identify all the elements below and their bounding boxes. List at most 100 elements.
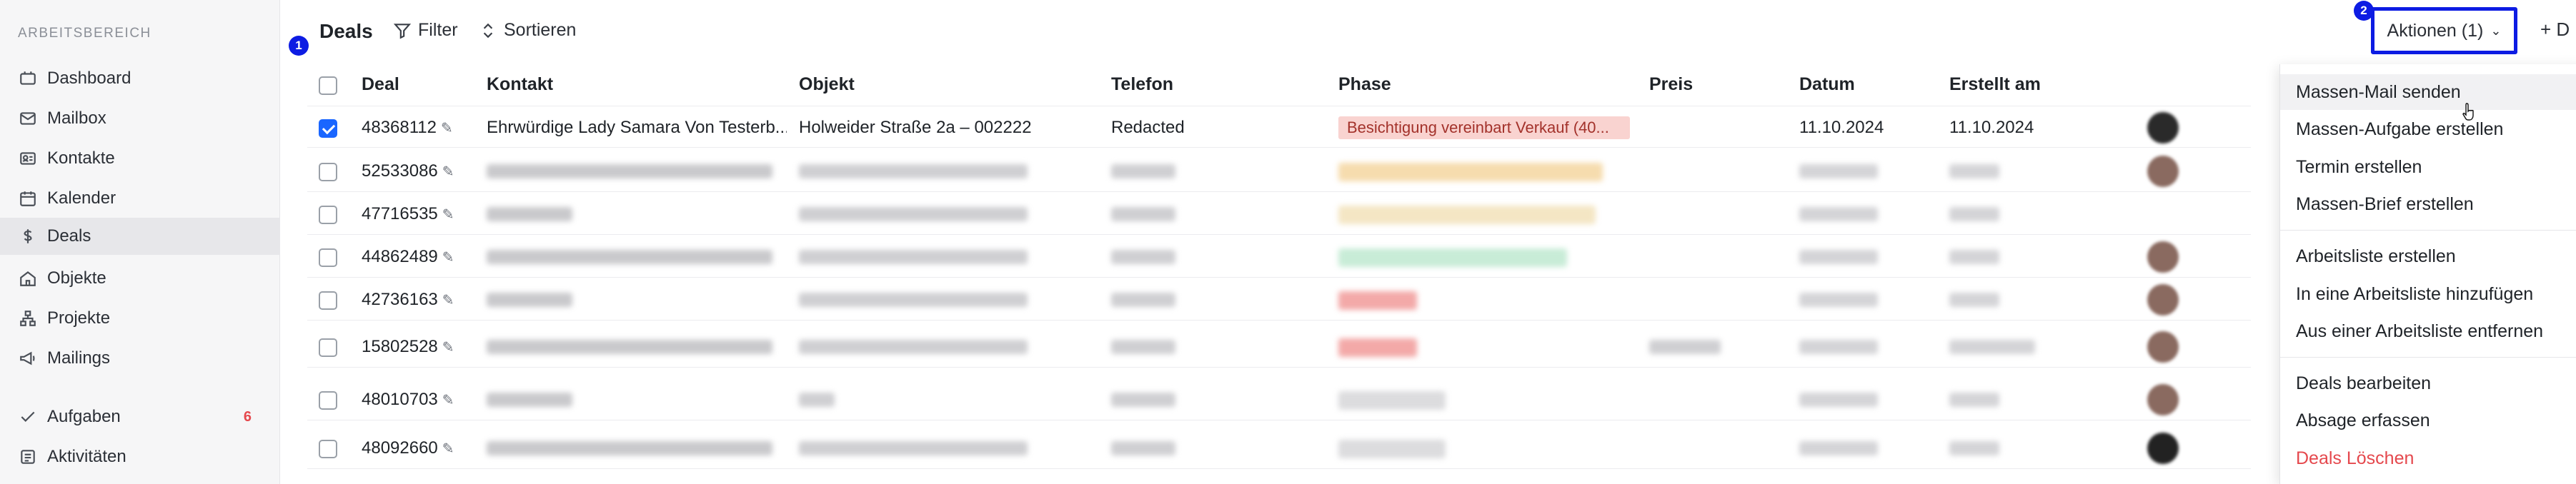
sort-label: Sortieren <box>504 20 577 40</box>
sidebar-item-label: Projekte <box>47 308 111 328</box>
redacted-created <box>1949 441 1999 455</box>
sidebar-section-label: ARBEITSBEREICH <box>18 26 151 41</box>
row-checkbox[interactable] <box>319 338 337 357</box>
row-checkbox[interactable] <box>319 163 337 181</box>
avatar[interactable] <box>2147 331 2179 363</box>
column-header-erstellt-am[interactable]: Erstellt am <box>1949 74 2041 95</box>
row-checkbox[interactable] <box>319 391 337 410</box>
menu-item-mass-task[interactable]: Massen-Aufgabe erstellen <box>2280 111 2576 147</box>
sidebar-item-aufgaben[interactable]: Aufgaben 6 <box>0 398 280 435</box>
redacted-object <box>799 293 1028 307</box>
sidebar-item-mailbox[interactable]: Mailbox <box>0 100 280 137</box>
row-checkbox[interactable] <box>319 291 337 310</box>
row-checkbox[interactable] <box>319 119 337 138</box>
object-cell[interactable]: Holweider Straße 2a – 002222 <box>799 118 1099 138</box>
menu-item-mass-letter[interactable]: Massen-Brief erstellen <box>2280 186 2576 222</box>
pencil-icon[interactable]: ✎ <box>442 248 454 266</box>
menu-item-delete-deals[interactable]: Deals Löschen <box>2280 440 2576 476</box>
avatar[interactable] <box>2147 384 2179 415</box>
column-header-kontakt[interactable]: Kontakt <box>487 74 553 95</box>
add-deal-button[interactable]: + D <box>2540 19 2570 41</box>
pencil-icon[interactable]: ✎ <box>442 440 454 458</box>
pencil-icon[interactable]: ✎ <box>442 206 454 223</box>
date-cell: 11.10.2024 <box>1799 118 1884 137</box>
phase-chip[interactable]: Besichtigung vereinbart Verkauf (40... <box>1338 116 1630 139</box>
menu-item-create-worklist[interactable]: Arbeitsliste erstellen <box>2280 238 2576 274</box>
redacted-price <box>1649 340 1721 354</box>
menu-divider <box>2280 357 2576 358</box>
task-count-badge: 6 <box>243 408 252 425</box>
redacted-object <box>799 441 1028 455</box>
row-checkbox[interactable] <box>319 206 337 224</box>
sidebar-item-dashboard[interactable]: Dashboard <box>0 60 280 97</box>
deal-id: 15802528 <box>362 337 438 356</box>
hand-cursor-icon <box>2462 103 2474 121</box>
redacted-created <box>1949 293 1999 307</box>
sidebar-item-kontakte[interactable]: Kontakte <box>0 140 280 177</box>
redacted-created <box>1949 164 1999 178</box>
row-checkbox[interactable] <box>319 440 337 458</box>
check-icon <box>19 408 37 426</box>
column-header-phase[interactable]: Phase <box>1338 74 1391 95</box>
redacted-date <box>1799 207 1878 221</box>
row-checkbox[interactable] <box>319 248 337 267</box>
redacted-phase <box>1338 440 1446 458</box>
avatar[interactable] <box>2147 241 2179 273</box>
menu-item-remove-from-worklist[interactable]: Aus einer Arbeitsliste entfernen <box>2280 313 2576 349</box>
contact-cell[interactable]: Ehrwürdige Lady Samara Von Testerb... <box>487 118 787 138</box>
deal-id: 48368112 <box>362 118 437 137</box>
redacted-contact <box>487 250 772 264</box>
redacted-phase <box>1338 338 1417 357</box>
sort-button[interactable]: Sortieren <box>479 20 576 41</box>
sidebar-item-objekte[interactable]: Objekte <box>0 260 280 297</box>
redacted-object <box>799 164 1028 178</box>
redacted-contact <box>487 293 572 307</box>
sidebar-item-projekte[interactable]: Projekte <box>0 300 280 337</box>
avatar[interactable] <box>2147 112 2179 143</box>
pencil-icon[interactable]: ✎ <box>442 338 454 356</box>
sidebar-item-label: Mailings <box>47 348 111 368</box>
sidebar-item-label: Deals <box>47 226 91 246</box>
pencil-icon[interactable]: ✎ <box>442 163 454 181</box>
house-icon <box>19 269 37 288</box>
avatar[interactable] <box>2147 284 2179 316</box>
redacted-contact <box>487 207 572 221</box>
divider <box>307 234 2251 235</box>
sidebar-item-kalender[interactable]: Kalender <box>0 180 280 217</box>
column-header-preis[interactable]: Preis <box>1649 74 1693 95</box>
deal-id: 47716535 <box>362 204 438 223</box>
menu-item-edit-deals[interactable]: Deals bearbeiten <box>2280 365 2576 401</box>
pencil-icon[interactable]: ✎ <box>441 119 453 137</box>
redacted-object <box>799 393 835 407</box>
redacted-phase <box>1338 163 1603 181</box>
sidebar-item-deals[interactable]: Deals <box>0 218 280 255</box>
column-header-deal[interactable]: Deal <box>362 74 399 95</box>
pencil-icon[interactable]: ✎ <box>442 391 454 409</box>
sidebar-item-aktivitaeten[interactable]: Aktivitäten <box>0 438 280 475</box>
redacted-object <box>799 207 1028 221</box>
redacted-phone <box>1111 250 1175 264</box>
select-all-checkbox[interactable] <box>319 76 337 95</box>
column-header-datum[interactable]: Datum <box>1799 74 1855 95</box>
redacted-created <box>1949 393 1999 407</box>
menu-item-add-to-worklist[interactable]: In eine Arbeitsliste hinzufügen <box>2280 276 2576 312</box>
filter-button[interactable]: Filter <box>393 20 458 41</box>
menu-item-mass-mail[interactable]: Massen-Mail senden <box>2280 74 2576 110</box>
grid-icon <box>19 69 37 88</box>
deal-id-cell: 47716535 ✎ <box>362 204 454 224</box>
calendar-icon <box>19 189 37 208</box>
column-header-telefon[interactable]: Telefon <box>1111 74 1173 95</box>
column-header-objekt[interactable]: Objekt <box>799 74 855 95</box>
deal-id-cell: 42736163 ✎ <box>362 290 454 310</box>
sidebar-item-mailings[interactable]: Mailings <box>0 340 280 377</box>
page-title: Deals <box>319 20 373 42</box>
avatar[interactable] <box>2147 433 2179 464</box>
actions-dropdown-button[interactable]: Aktionen (1) ⌄ <box>2371 7 2517 54</box>
deal-id-cell: 48368112 ✎ <box>362 118 453 138</box>
menu-item-create-appointment[interactable]: Termin erstellen <box>2280 149 2576 185</box>
actions-menu: Massen-Mail senden Massen-Aufgabe erstel… <box>2279 64 2576 484</box>
redacted-date <box>1799 250 1878 264</box>
menu-item-record-rejection[interactable]: Absage erfassen <box>2280 403 2576 438</box>
avatar[interactable] <box>2147 156 2179 187</box>
pencil-icon[interactable]: ✎ <box>442 291 454 309</box>
